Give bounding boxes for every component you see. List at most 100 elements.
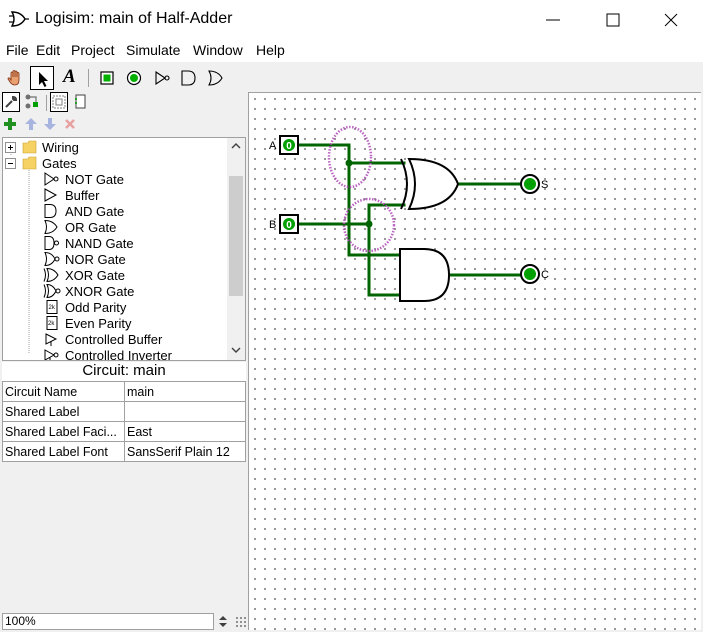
tree-folder-gates[interactable]: Gates — [5, 155, 77, 171]
or-gate-tool-button[interactable] — [203, 66, 227, 90]
explorer-scrollbar[interactable] — [227, 138, 245, 360]
scroll-thumb[interactable] — [229, 176, 243, 296]
toolbox-view-button[interactable] — [2, 92, 20, 112]
circuit-drawing: 0 A 0 B S C — [269, 125, 549, 302]
folder-icon — [22, 140, 37, 154]
input-pin-icon — [100, 71, 114, 85]
remove-circuit-button[interactable] — [63, 116, 79, 132]
document-icon — [75, 94, 86, 109]
menu-help[interactable]: Help — [256, 42, 285, 58]
maximize-icon — [606, 13, 620, 27]
tree-item-controlled-inverter[interactable]: Controlled Inverter — [43, 347, 172, 360]
pin-value: 0 — [286, 220, 292, 231]
tree-item-label: NOT Gate — [65, 171, 125, 187]
input-pin-tool-button[interactable] — [95, 66, 119, 90]
appearance-view-button[interactable] — [50, 92, 68, 112]
controlled-inverter-icon — [44, 349, 59, 360]
tree-item-label: Buffer — [65, 187, 100, 203]
circuit-canvas[interactable]: 0 A 0 B S C — [248, 92, 701, 630]
menu-edit[interactable]: Edit — [36, 42, 60, 58]
simulation-view-button[interactable] — [24, 92, 42, 112]
add-circuit-button[interactable] — [3, 116, 19, 132]
attribute-value-input[interactable] — [124, 401, 246, 422]
attribute-key: Shared Label — [2, 401, 125, 422]
zoom-spinner[interactable] — [215, 613, 231, 630]
resize-grip-icon[interactable] — [236, 617, 246, 627]
tree-folder-wiring[interactable]: Wiring — [5, 139, 79, 155]
tree-item-label: Odd Parity — [65, 299, 127, 315]
move-up-button[interactable] — [24, 116, 40, 132]
close-button[interactable] — [648, 6, 694, 34]
tree-item-even-parity[interactable]: 2k Even Parity — [43, 315, 131, 331]
tree-item-label: OR Gate — [65, 219, 117, 235]
circuit-appearance-button[interactable] — [72, 92, 90, 112]
and-gate-tool-button[interactable] — [176, 66, 200, 90]
attribute-row: Shared Label — [2, 401, 246, 422]
svg-text:2k: 2k — [49, 305, 56, 311]
attribute-value-input[interactable]: main — [124, 381, 246, 402]
attribute-table: Circuit Name main Shared Label Shared La… — [2, 381, 246, 462]
attribute-value-font[interactable]: SansSerif Plain 12 — [124, 441, 246, 462]
expand-plus-icon[interactable] — [5, 141, 16, 153]
zoom-level-field[interactable]: 100% — [2, 613, 214, 630]
project-toolbar — [0, 116, 248, 136]
tree-item-nor-gate[interactable]: NOR Gate — [43, 251, 126, 267]
attribute-key: Shared Label Font — [2, 441, 125, 462]
component-explorer: Wiring Gates NOT Gate Buffer AND Gate OR… — [2, 137, 246, 361]
tree-item-or-gate[interactable]: OR Gate — [43, 219, 116, 235]
tree-item-odd-parity[interactable]: 2k Odd Parity — [43, 299, 126, 315]
wire-junction — [345, 159, 353, 167]
wrench-icon — [5, 95, 18, 108]
folder-icon — [22, 156, 37, 170]
not-gate-icon — [44, 172, 59, 186]
even-parity-icon: 2k — [46, 316, 58, 330]
poke-tool-button[interactable] — [3, 66, 27, 90]
tree-item-buffer[interactable]: Buffer — [43, 187, 99, 203]
plus-icon — [4, 118, 16, 130]
tree-item-not-gate[interactable]: NOT Gate — [43, 171, 124, 187]
move-down-button[interactable] — [43, 116, 59, 132]
pin-value: 0 — [286, 141, 292, 152]
minimize-button[interactable] — [530, 6, 576, 34]
scroll-up-icon[interactable] — [231, 142, 241, 150]
pin-label-b: B — [269, 219, 276, 231]
delete-x-icon — [65, 119, 75, 129]
menu-project[interactable]: Project — [71, 42, 115, 58]
tree-item-nand-gate[interactable]: NAND Gate — [43, 235, 134, 251]
attribute-value-select[interactable]: East — [124, 421, 246, 442]
and-gate[interactable] — [399, 248, 451, 302]
menu-window[interactable]: Window — [193, 42, 243, 58]
input-pin-b[interactable]: 0 — [279, 214, 299, 234]
close-icon — [664, 13, 678, 27]
maximize-button[interactable] — [590, 6, 636, 34]
explorer-toolbar — [0, 92, 248, 116]
output-pin-c[interactable] — [520, 264, 540, 284]
output-pin-tool-button[interactable] — [122, 66, 146, 90]
tree-item-label: XOR Gate — [65, 267, 125, 283]
arrow-icon — [39, 72, 48, 87]
xor-gate[interactable] — [400, 157, 460, 211]
menu-simulate[interactable]: Simulate — [126, 42, 180, 58]
title-bar: Logisim: main of Half-Adder — [0, 0, 703, 40]
tree-item-xor-gate[interactable]: XOR Gate — [43, 267, 125, 283]
output-pin-s[interactable] — [520, 174, 540, 194]
window-title: Logisim: main of Half-Adder — [35, 10, 233, 27]
and-gate-icon — [44, 204, 57, 218]
input-pin-a[interactable]: 0 — [279, 135, 299, 155]
not-gate-tool-button[interactable] — [150, 66, 174, 90]
text-tool-button[interactable]: A — [58, 66, 82, 90]
attribute-row: Shared Label Font SansSerif Plain 12 — [2, 441, 246, 462]
output-pin-icon — [126, 70, 142, 86]
menu-file[interactable]: File — [6, 42, 29, 58]
select-tool-button[interactable] — [30, 66, 54, 90]
tree-item-label: NAND Gate — [65, 235, 134, 251]
tree-folder-label: Gates — [42, 155, 77, 171]
collapse-minus-icon[interactable] — [5, 157, 16, 169]
minimize-icon — [546, 19, 560, 21]
tree-item-and-gate[interactable]: AND Gate — [43, 203, 124, 219]
tree-item-xnor-gate[interactable]: XNOR Gate — [43, 283, 134, 299]
scroll-down-icon[interactable] — [231, 346, 241, 354]
tree-item-controlled-buffer[interactable]: Controlled Buffer — [43, 331, 162, 347]
attribute-panel-title: Circuit: main — [2, 362, 246, 381]
spinner-arrows-icon[interactable] — [215, 613, 231, 630]
